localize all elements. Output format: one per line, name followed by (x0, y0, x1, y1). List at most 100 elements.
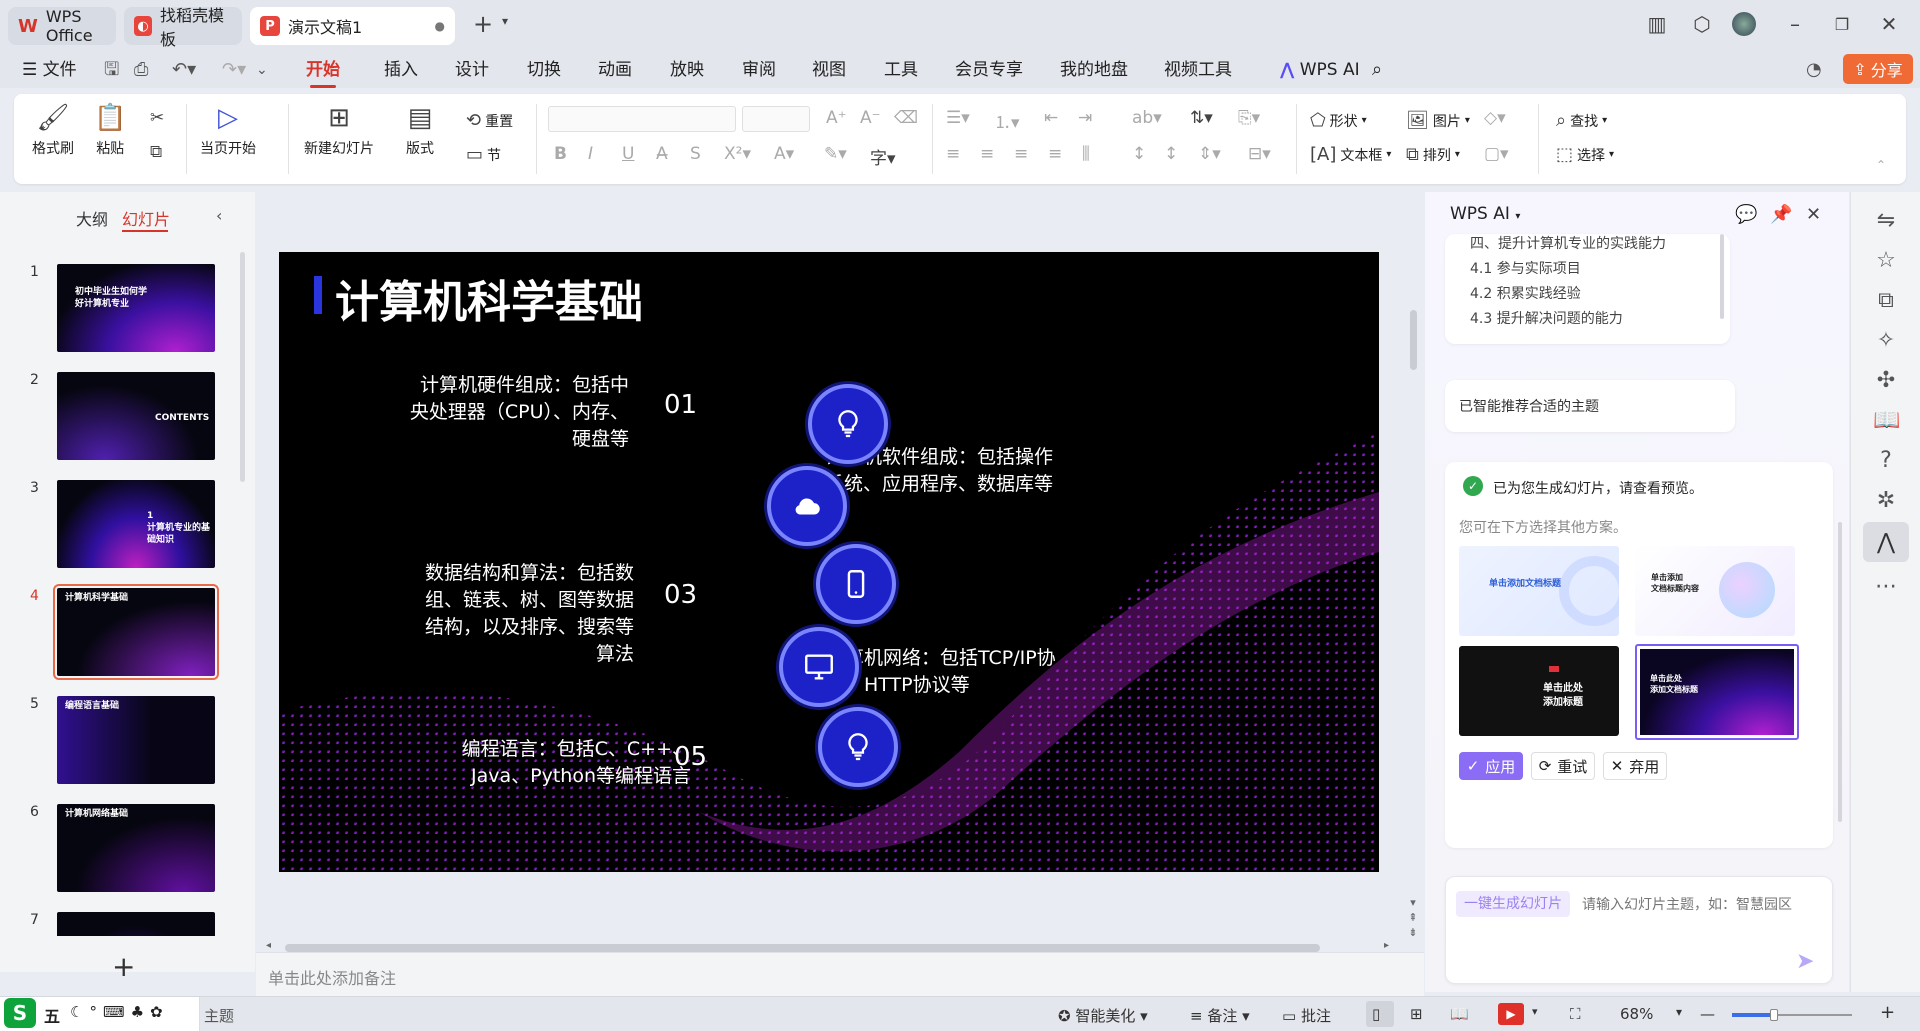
add-slide-button[interactable]: + (112, 950, 135, 983)
discard-button[interactable]: ✕ 弃用 (1603, 752, 1667, 780)
slide-thumbnail-row[interactable]: 5 编程语言基础 (0, 696, 240, 790)
style-icon[interactable]: ☆ (1873, 248, 1899, 273)
generate-slides-tag[interactable]: 一键生成幻灯片 (1456, 891, 1570, 917)
format-painter-button[interactable]: 🖌 格式刷 (32, 104, 74, 158)
page-nav-icons[interactable]: ▾ ⇞ ⇟ (1406, 895, 1420, 940)
slide-thumbnail-row[interactable]: 1 初中毕业生如何学 好计算机专业 (0, 264, 240, 358)
italic-icon[interactable]: I (588, 144, 593, 164)
template-option-1[interactable]: 单击添加文档标题 (1459, 546, 1619, 636)
font-increase-icon[interactable]: A⁺ (826, 108, 847, 128)
distribute-icon[interactable]: ⫼ (1082, 144, 1090, 164)
text-box-align-icon[interactable]: ⊟▾ (1248, 144, 1271, 164)
picture-button[interactable]: 🖼 图片 ▾ (1406, 110, 1470, 131)
node-3[interactable] (816, 544, 896, 624)
ribbon-collapse-icon[interactable]: ⌃ (1876, 158, 1886, 172)
chevron-down-icon[interactable]: ▾ (490, 14, 520, 28)
more-chevron-icon[interactable]: ⌄ (256, 57, 268, 83)
phonetic-icon[interactable]: 字▾ (870, 144, 896, 169)
slide-thumbnail[interactable]: 计算机网络基础 (57, 804, 215, 892)
slide-sorter-icon[interactable]: ⊞ (1410, 1005, 1423, 1023)
restore-icon[interactable]: ❐ (1827, 15, 1857, 34)
font-family-select[interactable] (548, 106, 736, 132)
numbering-icon[interactable]: ⒈▾ (994, 108, 1020, 133)
tab-presentation[interactable]: P 演示文稿1 ● (250, 7, 455, 45)
font-size-select[interactable] (742, 106, 810, 132)
clear-format-icon[interactable]: ⌫ (894, 108, 918, 128)
scrollbar[interactable] (1720, 234, 1724, 319)
strikethrough-icon[interactable]: A̶ (656, 144, 668, 164)
retry-button[interactable]: ⟳ 重试 (1531, 752, 1595, 780)
layout-button[interactable]: ▤ 版式 (406, 104, 434, 158)
bullets-icon[interactable]: ☰▾ (946, 108, 970, 128)
copy-slide-icon[interactable]: ⧉ (1873, 288, 1899, 313)
play-slideshow-icon[interactable]: ▶ (1498, 1003, 1524, 1025)
search-icon[interactable]: ⌕ (1372, 57, 1382, 83)
tab-outline[interactable]: 大纲 (76, 206, 108, 230)
minimize-icon[interactable]: – (1780, 12, 1810, 36)
node-5[interactable] (818, 707, 898, 787)
help-icon[interactable]: ? (1873, 448, 1899, 473)
shape-outline-icon[interactable]: ▢▾ (1484, 144, 1509, 164)
section-button[interactable]: ▭ 节 (466, 144, 501, 165)
menu-item[interactable]: 切换 (527, 57, 561, 83)
align-left-icon[interactable]: ≡ (946, 144, 960, 164)
properties-icon[interactable]: ⇋ (1873, 208, 1899, 233)
menu-item[interactable]: 工具 (884, 57, 918, 83)
ai-scrollbar[interactable] (1838, 522, 1842, 822)
scroll-left-icon[interactable]: ◂ (266, 940, 271, 951)
item-1-number[interactable]: 01 (664, 390, 697, 420)
text-direction-icon[interactable]: ab▾ (1132, 108, 1162, 128)
item-3-number[interactable]: 03 (664, 580, 697, 610)
align-center-icon[interactable]: ≡ (980, 144, 994, 164)
item-5-number[interactable]: 05 (674, 742, 707, 772)
menu-item[interactable]: 会员专享 (955, 57, 1023, 83)
item-4-text[interactable]: 计算机网络：包括TCP/IP协议、HTTP协议等 (826, 645, 1056, 699)
print-preview-icon[interactable]: ⎙ (134, 57, 148, 83)
node-1[interactable] (808, 384, 888, 464)
item-3-text[interactable]: 数据结构和算法：包括数组、链表、树、图等数据结构，以及排序、搜索等算法 (419, 560, 634, 668)
slide-thumbnail[interactable]: 编程语言基础 (57, 696, 215, 784)
comment-button[interactable]: ▭ 批注 (1282, 1005, 1331, 1026)
shape-button[interactable]: ⬠ 形状 ▾ (1310, 110, 1367, 131)
unsaved-dot-icon[interactable]: ● (435, 19, 445, 33)
slide-4[interactable]: 计算机科学基础 计算机硬件组成：包括中央处理器（CPU）、内存、硬盘等 01 计… (279, 252, 1379, 872)
zoom-out-icon[interactable]: — (1700, 1005, 1715, 1023)
template-option-3[interactable]: 单击此处 添加标题 (1459, 646, 1619, 736)
align-right-icon[interactable]: ≡ (1014, 144, 1028, 164)
slide-thumbnail-row[interactable]: 2 CONTENTS (0, 372, 240, 466)
find-button[interactable]: ⌕ 查找 ▾ (1556, 110, 1607, 131)
slide-thumbnail-row[interactable]: 4 计算机科学基础 (0, 584, 240, 682)
notes-button[interactable]: ≡ 备注 ▾ (1190, 1005, 1250, 1026)
slideshow-options-icon[interactable]: ▾ (1532, 1005, 1538, 1018)
horizontal-scrollbar[interactable] (285, 944, 1320, 952)
convert-icon[interactable]: ⎘▾ (1238, 108, 1260, 128)
para-spacing-icon[interactable]: ↕ (1164, 144, 1178, 164)
cube-icon[interactable]: ⬡ (1687, 12, 1717, 36)
reading-view-icon[interactable]: 📖 (1450, 1005, 1469, 1023)
font-decrease-icon[interactable]: A⁻ (860, 108, 881, 128)
template-option-4-selected[interactable]: 单击此处 添加文档标题 (1635, 644, 1799, 740)
menu-item[interactable]: 设计 (455, 57, 489, 83)
copy-icon[interactable]: ⧉ (150, 142, 162, 162)
slide-thumbnail[interactable]: CONTENTS (57, 372, 215, 460)
save-icon[interactable]: 🖫 (104, 57, 119, 83)
arrange-button[interactable]: ⧉ 排列 ▾ (1406, 144, 1460, 165)
font-color-icon[interactable]: A▾ (774, 144, 794, 164)
slide-thumbnail-row[interactable]: 72 (0, 912, 240, 936)
item-5-text[interactable]: 编程语言：包括C、C++、Java、Python等编程语言 (459, 736, 691, 790)
close-icon[interactable]: ✕ (1874, 12, 1904, 36)
paste-button[interactable]: 📋 粘贴 (94, 104, 126, 158)
columns-icon[interactable]: ⇕▾ (1198, 144, 1221, 164)
tab-wps-office[interactable]: W WPS Office (8, 7, 116, 45)
close-icon[interactable]: ✕ (1806, 204, 1821, 225)
canvas-scrollbar[interactable] (1410, 310, 1417, 370)
template-option-2[interactable]: 单击添加 文档标题内容 (1635, 546, 1795, 636)
collapse-panel-icon[interactable]: ‹ (216, 206, 222, 225)
design-icon[interactable]: ✧ (1873, 328, 1899, 353)
line-spacing-icon[interactable]: ↕ (1132, 144, 1146, 164)
zoom-chevron-icon[interactable]: ▾ (1676, 1005, 1682, 1019)
slide-thumbnail[interactable]: 1 计算机专业的基 础知识 (57, 480, 215, 568)
reading-icon[interactable]: 📖 (1873, 408, 1900, 433)
cut-icon[interactable]: ✂ (150, 108, 164, 128)
slide-thumbnail-row[interactable]: 6 计算机网络基础 (0, 804, 240, 898)
